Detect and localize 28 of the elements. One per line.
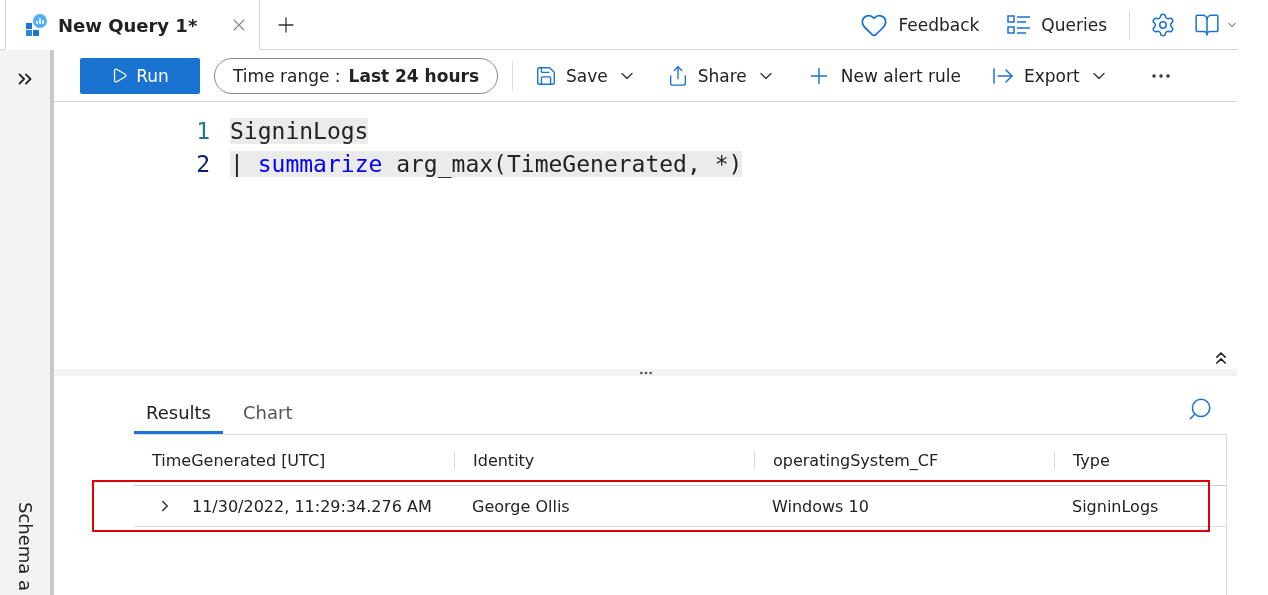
alert-button[interactable]: New alert rule	[797, 62, 969, 89]
run-button[interactable]: Run	[80, 57, 200, 94]
line-number: 2	[195, 150, 210, 177]
queries-button[interactable]: Queries	[993, 0, 1121, 49]
query-tab[interactable]: New Query 1*	[5, 0, 260, 50]
save-button[interactable]: Save	[527, 64, 645, 87]
search-icon[interactable]	[1187, 396, 1213, 422]
column-header[interactable]: Type	[1054, 450, 1226, 470]
export-button[interactable]: Export	[982, 63, 1117, 88]
table-cell-text: George Ollis	[471, 496, 571, 516]
column-header[interactable]: TimeGenerated [UTC]	[134, 450, 454, 470]
line-number: 1	[195, 117, 210, 144]
play-icon	[111, 67, 129, 85]
column-header[interactable]: operatingSystem_CF	[754, 450, 1054, 470]
table-cell-text: Windows 10	[771, 496, 870, 516]
table-cell: 11/30/2022, 11:29:34.276 AM	[192, 496, 432, 516]
list-icon	[1007, 13, 1032, 36]
tab-title: New Query 1*	[58, 14, 199, 36]
feedback-button[interactable]: Feedback	[846, 0, 994, 49]
results-tab[interactable]: Chart	[231, 402, 305, 434]
save-icon	[535, 64, 557, 87]
share-button[interactable]: Share	[658, 64, 784, 87]
time-range-button[interactable]: Time range : Last 24 hours	[214, 57, 498, 94]
logo-icon	[24, 13, 48, 37]
table-cell-text: SigninLogs	[1071, 496, 1160, 516]
column-header[interactable]: Identity	[454, 450, 754, 470]
results-tab[interactable]: Results	[134, 402, 223, 434]
sidebar-label[interactable]: Schema a	[14, 501, 36, 591]
